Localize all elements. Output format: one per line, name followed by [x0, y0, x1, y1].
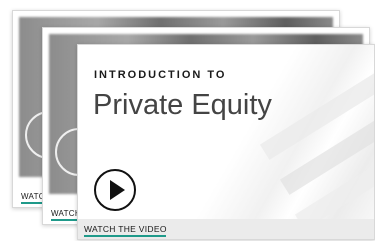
play-button[interactable]: [94, 169, 136, 211]
video-title: Private Equity: [93, 89, 272, 121]
eyebrow-text: INTRODUCTION TO: [94, 69, 227, 81]
watch-the-video-link[interactable]: WATCH THE VIDEO: [84, 224, 167, 234]
video-thumbnail: INTRODUCTION TO Private Equity: [78, 45, 374, 230]
video-card-front[interactable]: INTRODUCTION TO Private Equity WATCH THE…: [77, 44, 375, 240]
video-card-stack: WATCH WATCH INTRODUCTION TO Private Equi…: [0, 0, 375, 241]
caption-underline: [84, 235, 166, 237]
video-card-footer: WATCH THE VIDEO: [78, 219, 374, 239]
play-icon: [110, 180, 125, 200]
